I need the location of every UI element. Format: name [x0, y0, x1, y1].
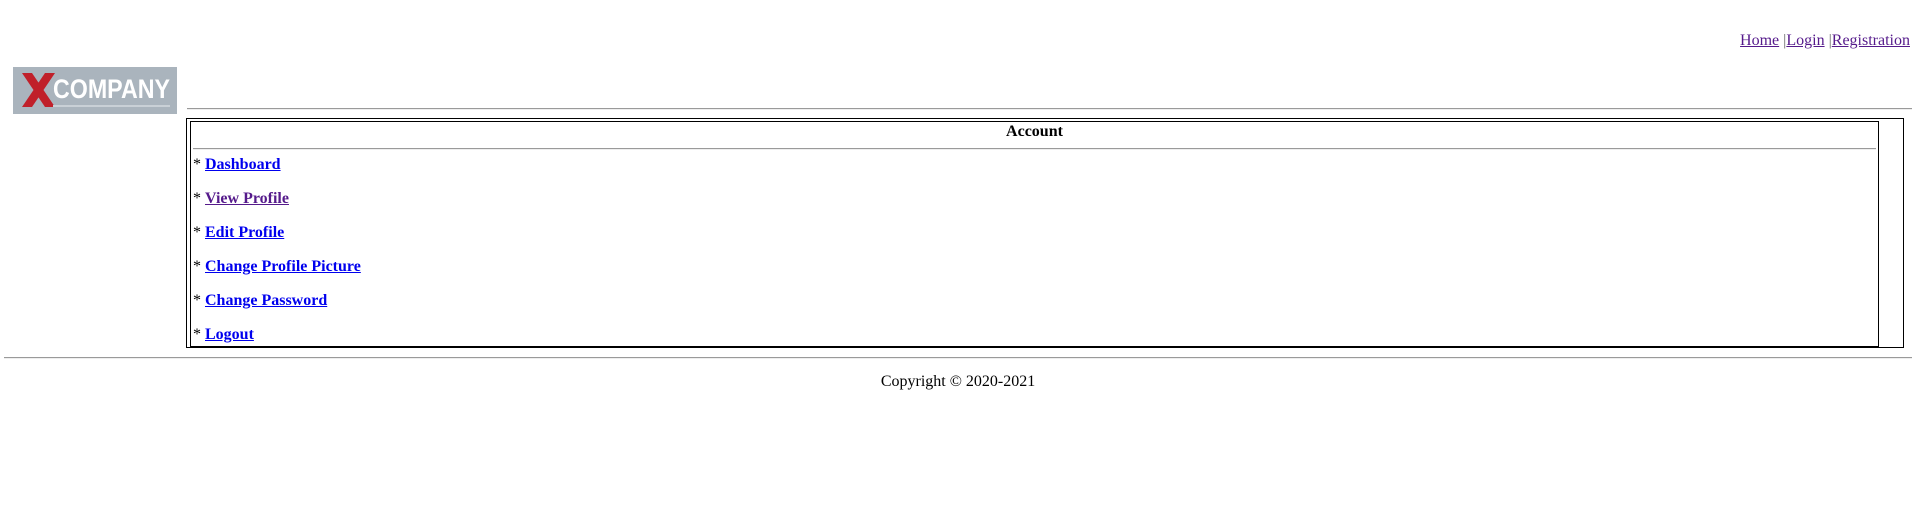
menu-bullet: * — [193, 190, 205, 207]
menu-item-logout: * Logout — [193, 326, 361, 360]
footer-divider — [4, 357, 1912, 359]
dashboard-link[interactable]: Dashboard — [205, 156, 281, 173]
menu-bullet: * — [193, 156, 205, 173]
account-heading: Account — [1006, 123, 1063, 140]
company-logo-graphic: COMPANY — [13, 67, 177, 114]
menu-bullet: * — [193, 326, 205, 343]
account-menu: * Dashboard * View Profile * Edit Profil… — [193, 156, 361, 360]
nav-login-link[interactable]: Login — [1786, 32, 1824, 49]
copyright-text: Copyright © 2020-2021 — [880, 373, 1036, 390]
menu-bullet: * — [193, 258, 205, 275]
menu-item-change-password: * Change Password — [193, 292, 361, 326]
header-divider — [187, 108, 1912, 110]
logo-wordmark: COMPANY — [53, 74, 170, 104]
menu-item-change-profile-picture: * Change Profile Picture — [193, 258, 361, 292]
top-navigation: Home |Login |Registration — [1740, 32, 1910, 50]
change-profile-picture-link[interactable]: Change Profile Picture — [205, 258, 361, 275]
logout-link[interactable]: Logout — [205, 326, 254, 343]
view-profile-link[interactable]: View Profile — [205, 190, 289, 207]
page: COMPANY Home |Login |Registration Accoun… — [0, 0, 1916, 512]
account-divider — [193, 148, 1876, 150]
menu-item-edit-profile: * Edit Profile — [193, 224, 361, 258]
menu-bullet: * — [193, 224, 205, 241]
menu-bullet: * — [193, 292, 205, 309]
nav-registration-link[interactable]: Registration — [1832, 32, 1910, 49]
menu-item-view-profile: * View Profile — [193, 190, 361, 224]
edit-profile-link[interactable]: Edit Profile — [205, 224, 284, 241]
company-logo[interactable]: COMPANY — [13, 67, 177, 114]
nav-home-link[interactable]: Home — [1740, 32, 1779, 49]
menu-item-dashboard: * Dashboard — [193, 156, 361, 190]
account-panel — [190, 121, 1879, 347]
change-password-link[interactable]: Change Password — [205, 292, 327, 309]
